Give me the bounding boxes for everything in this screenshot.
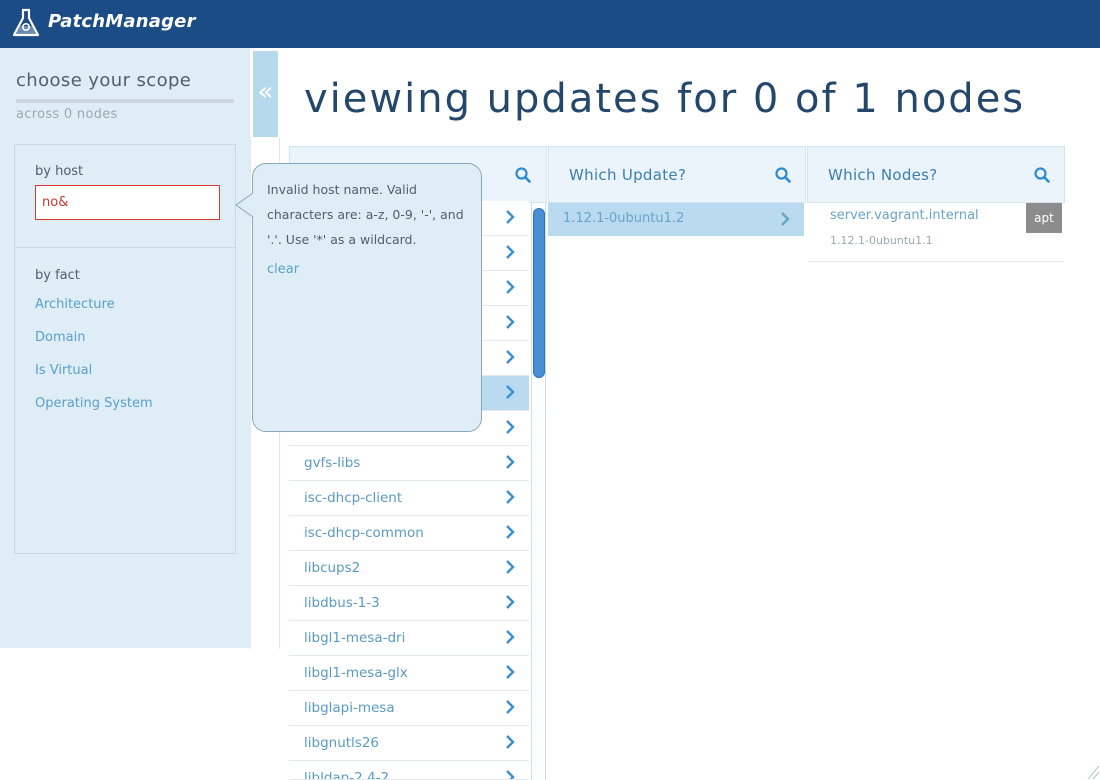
popover-arrow-fill <box>252 194 254 216</box>
chevron-right-icon <box>506 385 515 399</box>
resize-grip-icon[interactable] <box>1086 764 1100 780</box>
package-name: isc-dhcp-client <box>304 490 403 506</box>
list-item[interactable]: libgnutls26 <box>289 726 529 761</box>
search-icon[interactable] <box>1034 167 1050 183</box>
package-name: isc-dhcp-common <box>304 525 424 541</box>
update-row-selected[interactable]: 1.12.1-0ubuntu1.2 <box>548 203 804 236</box>
fact-link-architecture[interactable]: Architecture <box>35 297 115 312</box>
chevron-right-icon <box>506 770 515 779</box>
top-bar: PatchManager <box>0 0 1100 48</box>
validation-message: Invalid host name. Valid characters are:… <box>267 182 464 247</box>
double-chevron-left-icon: « <box>257 77 274 107</box>
list-item[interactable]: isc-dhcp-common <box>289 516 529 551</box>
package-name: libgnutls26 <box>304 735 380 751</box>
updates-column: Which Update? <box>548 146 806 780</box>
list-item[interactable]: libcups2 <box>289 551 529 586</box>
list-item[interactable]: libgl1-mesa-dri <box>289 621 529 656</box>
updates-column-header: Which Update? <box>548 146 806 203</box>
chevron-right-icon <box>506 525 515 539</box>
package-name: libldap-2.4-2 <box>304 770 390 780</box>
page-heading: viewing updates for 0 of 1 nodes <box>304 76 1026 122</box>
package-name: libgl1-mesa-dri <box>304 630 406 646</box>
chevron-right-icon <box>781 212 790 226</box>
updates-column-title: Which Update? <box>569 166 687 184</box>
package-name: libglapi-mesa <box>304 700 395 716</box>
node-name[interactable]: server.vagrant.internal <box>830 208 979 223</box>
package-name: libgl1-mesa-glx <box>304 665 408 681</box>
filter-divider <box>15 247 235 248</box>
collapse-sidebar-button[interactable]: « <box>253 51 278 137</box>
packages-scrollbar-thumb[interactable] <box>533 208 545 378</box>
scope-subtitle: across 0 nodes <box>16 107 118 122</box>
nodes-column-title: Which Nodes? <box>828 166 938 184</box>
chevron-right-icon <box>506 700 515 714</box>
chevron-right-icon <box>506 560 515 574</box>
clear-filter-link[interactable]: clear <box>267 262 299 277</box>
chevron-right-icon <box>506 490 515 504</box>
chevron-right-icon <box>506 630 515 644</box>
flask-logo-icon[interactable] <box>12 8 40 38</box>
chevron-right-icon <box>506 665 515 679</box>
by-fact-label: by fact <box>35 268 80 283</box>
package-name: libcups2 <box>304 560 361 576</box>
host-filter-input[interactable] <box>35 185 220 220</box>
list-item[interactable]: libgl1-mesa-glx <box>289 656 529 691</box>
chevron-right-icon <box>506 595 515 609</box>
search-icon[interactable] <box>515 167 531 183</box>
chevron-right-icon <box>506 245 515 259</box>
scope-sidebar: choose your scope across 0 nodes by host… <box>0 48 250 648</box>
fact-link-domain[interactable]: Domain <box>35 330 85 345</box>
list-item[interactable]: libglapi-mesa <box>289 691 529 726</box>
package-name: gvfs-libs <box>304 455 361 471</box>
list-item[interactable]: libdbus-1-3 <box>289 586 529 621</box>
filter-panel: by host by fact Architecture Domain Is V… <box>14 144 236 554</box>
package-name: libdbus-1-3 <box>304 595 380 611</box>
list-item[interactable]: isc-dhcp-client <box>289 481 529 516</box>
by-host-label: by host <box>35 164 84 179</box>
chevron-right-icon <box>506 735 515 749</box>
node-installed-version: 1.12.1-0ubuntu1.1 <box>830 234 933 247</box>
chevron-right-icon <box>506 210 515 224</box>
list-item[interactable]: gvfs-libs <box>289 446 529 481</box>
app-title[interactable]: PatchManager <box>48 11 196 32</box>
package-manager-badge: apt <box>1026 203 1062 233</box>
list-item[interactable]: libldap-2.4-2 <box>289 761 529 780</box>
nodes-column-header: Which Nodes? <box>807 146 1065 203</box>
chevron-right-icon <box>506 455 515 469</box>
host-validation-popover: Invalid host name. Valid characters are:… <box>252 163 482 432</box>
chevron-right-icon <box>506 350 515 364</box>
scope-title: choose your scope <box>16 70 192 91</box>
search-icon[interactable] <box>775 167 791 183</box>
chevron-right-icon <box>506 420 515 434</box>
scope-title-underline <box>16 99 234 103</box>
chevron-right-icon <box>506 315 515 329</box>
update-version: 1.12.1-0ubuntu1.2 <box>563 211 685 226</box>
chevron-right-icon <box>506 280 515 294</box>
fact-link-operating-system[interactable]: Operating System <box>35 396 153 411</box>
fact-link-is-virtual[interactable]: Is Virtual <box>35 363 92 378</box>
